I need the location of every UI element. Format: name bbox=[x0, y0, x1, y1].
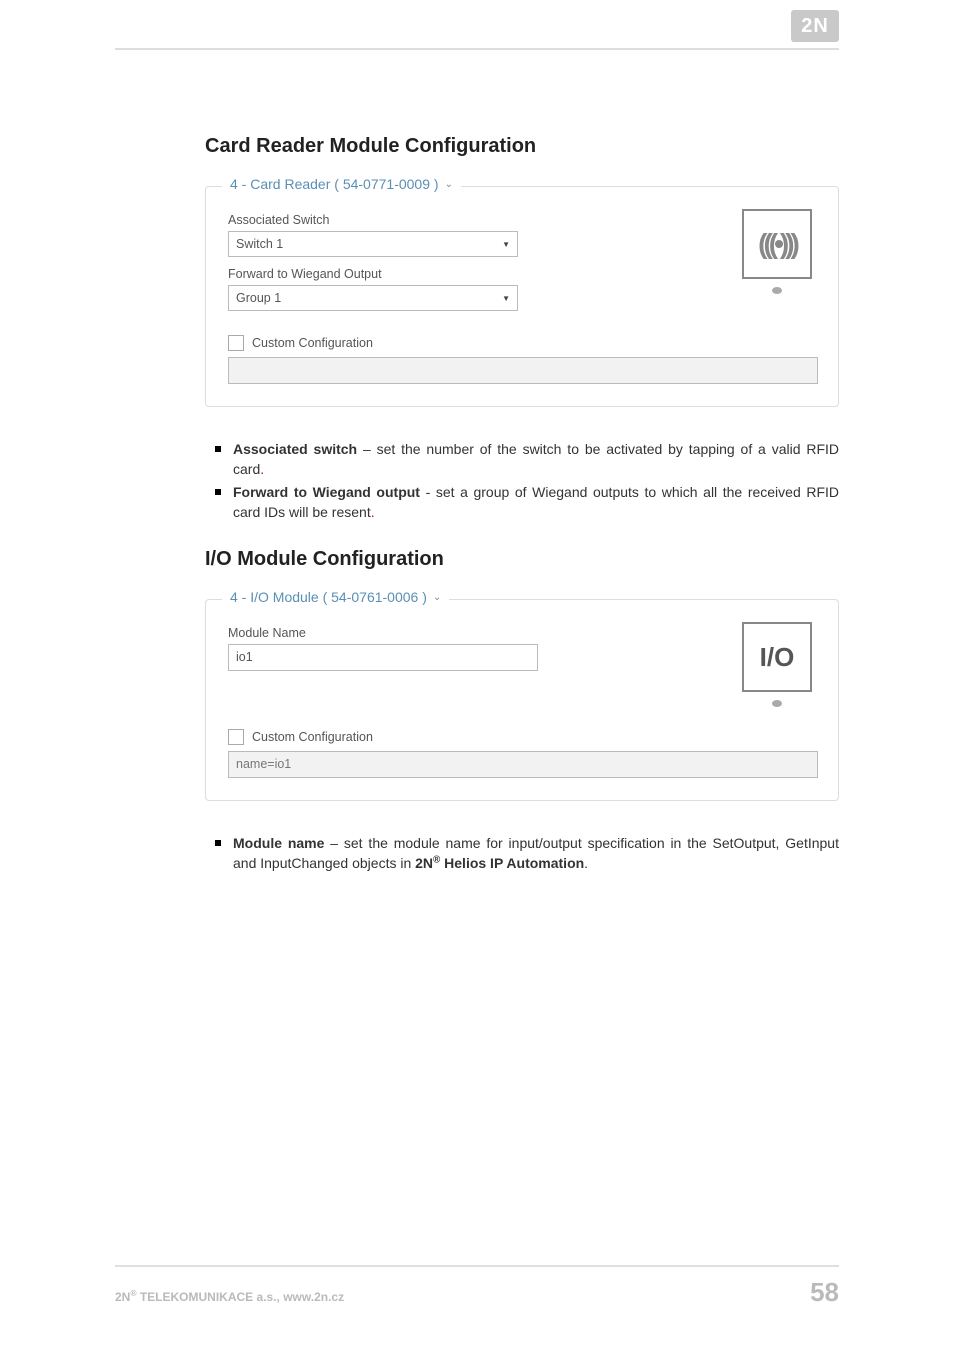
io-module-thumbnail: I/O bbox=[734, 622, 820, 707]
header-divider bbox=[115, 48, 839, 50]
io-module-bullets: Module name – set the module name for in… bbox=[215, 833, 839, 874]
custom-config-input[interactable] bbox=[228, 357, 818, 384]
custom-config-checkbox[interactable] bbox=[228, 335, 244, 351]
dropdown-arrow-icon: ▼ bbox=[502, 240, 510, 249]
custom-config-checkbox-io[interactable] bbox=[228, 729, 244, 745]
brand-logo: 2N bbox=[791, 10, 839, 42]
thumbnail-frame: (((•))) bbox=[742, 209, 812, 279]
io-module-config-panel: 4 - I/O Module ( 54-0761-0006 ) ⌄ Module… bbox=[205, 599, 839, 801]
card-reader-bullets: Associated switch – set the number of th… bbox=[215, 439, 839, 522]
forward-wiegand-value: Group 1 bbox=[236, 291, 281, 305]
chevron-down-icon: ⌄ bbox=[445, 179, 453, 190]
footer-company: 2N® TELEKOMUNIKACE a.s., www.2n.cz bbox=[115, 1288, 344, 1304]
thumbnail-dot-icon bbox=[772, 700, 782, 707]
card-reader-heading: Card Reader Module Configuration bbox=[205, 135, 839, 158]
bullet-forward-wiegand: Forward to Wiegand output - set a group … bbox=[215, 482, 839, 523]
thumbnail-dot-icon bbox=[772, 287, 782, 294]
card-reader-thumbnail: (((•))) bbox=[734, 209, 820, 294]
rfid-icon: (((•))) bbox=[758, 228, 796, 260]
bullet-module-name: Module name – set the module name for in… bbox=[215, 833, 839, 874]
custom-config-label: Custom Configuration bbox=[252, 336, 373, 350]
thumbnail-frame: I/O bbox=[742, 622, 812, 692]
io-icon: I/O bbox=[760, 642, 795, 673]
card-reader-legend[interactable]: 4 - Card Reader ( 54-0771-0009 ) ⌄ bbox=[222, 176, 461, 192]
module-name-input[interactable]: io1 bbox=[228, 644, 538, 671]
associated-switch-label: Associated Switch bbox=[228, 213, 518, 227]
dropdown-arrow-icon: ▼ bbox=[502, 294, 510, 303]
forward-wiegand-label: Forward to Wiegand Output bbox=[228, 267, 518, 281]
card-reader-legend-text: 4 - Card Reader ( 54-0771-0009 ) bbox=[230, 176, 439, 192]
page-number: 58 bbox=[810, 1277, 839, 1308]
module-name-label: Module Name bbox=[228, 626, 538, 640]
associated-switch-value: Switch 1 bbox=[236, 237, 283, 251]
chevron-down-icon: ⌄ bbox=[433, 592, 441, 603]
forward-wiegand-select[interactable]: Group 1 ▼ bbox=[228, 285, 518, 311]
io-module-legend-text: 4 - I/O Module ( 54-0761-0006 ) bbox=[230, 589, 427, 605]
bullet-associated-switch: Associated switch – set the number of th… bbox=[215, 439, 839, 480]
page-footer: 2N® TELEKOMUNIKACE a.s., www.2n.cz 58 bbox=[115, 1265, 839, 1308]
custom-config-input-io[interactable]: name=io1 bbox=[228, 751, 818, 778]
io-module-heading: I/O Module Configuration bbox=[205, 548, 839, 571]
card-reader-config-panel: 4 - Card Reader ( 54-0771-0009 ) ⌄ Assoc… bbox=[205, 186, 839, 407]
brand-logo-text: 2N bbox=[801, 15, 829, 38]
custom-config-label-io: Custom Configuration bbox=[252, 730, 373, 744]
associated-switch-select[interactable]: Switch 1 ▼ bbox=[228, 231, 518, 257]
io-module-legend[interactable]: 4 - I/O Module ( 54-0761-0006 ) ⌄ bbox=[222, 589, 449, 605]
